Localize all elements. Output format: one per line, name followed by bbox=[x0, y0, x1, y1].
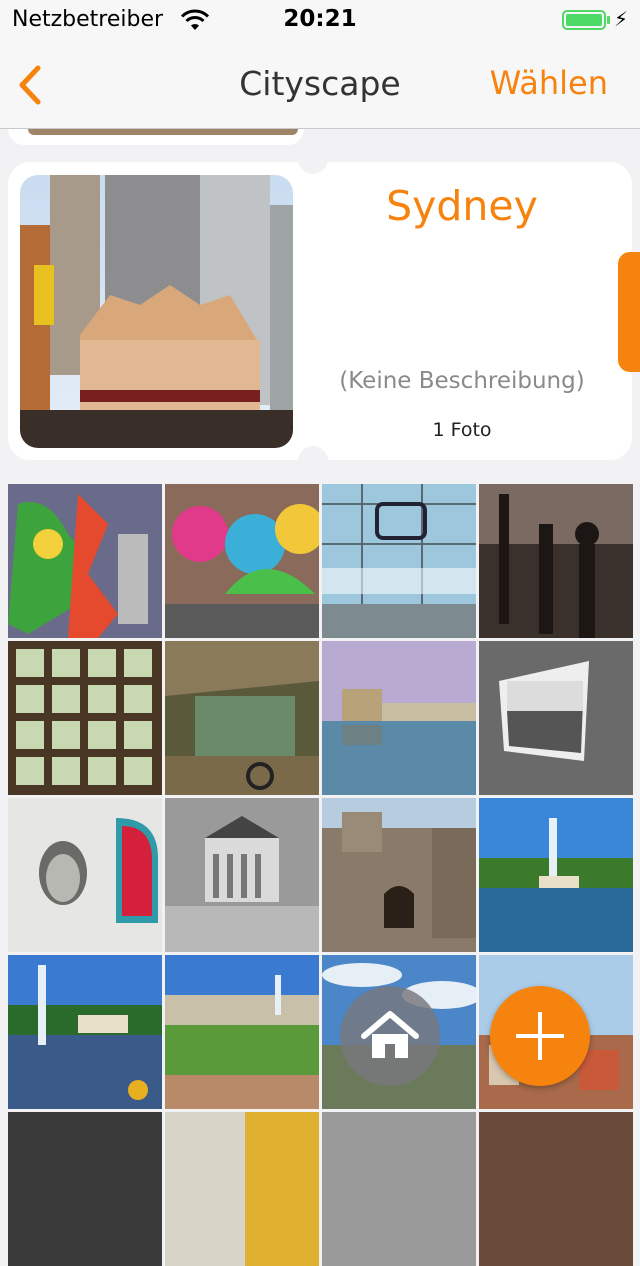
home-icon bbox=[361, 1011, 419, 1058]
previous-album-thumbnail bbox=[28, 129, 298, 135]
photo-thumbnail[interactable] bbox=[8, 641, 162, 795]
album-cover-photo[interactable] bbox=[20, 175, 293, 448]
card-divider-notch bbox=[298, 134, 328, 174]
photo-thumbnail[interactable] bbox=[165, 484, 319, 638]
photo-thumbnail[interactable] bbox=[8, 484, 162, 638]
side-scroll-handle[interactable] bbox=[618, 252, 640, 372]
add-photo-button[interactable] bbox=[490, 986, 590, 1086]
photo-thumbnail[interactable] bbox=[165, 1112, 319, 1266]
photo-thumbnail[interactable] bbox=[165, 798, 319, 952]
photo-thumbnail[interactable] bbox=[479, 641, 633, 795]
photo-thumbnail[interactable] bbox=[322, 1112, 476, 1266]
card-divider-notch bbox=[298, 446, 328, 476]
photo-thumbnail[interactable] bbox=[8, 798, 162, 952]
select-button[interactable]: Wählen bbox=[490, 64, 608, 102]
photo-thumbnail[interactable] bbox=[479, 798, 633, 952]
photo-thumbnail[interactable] bbox=[479, 1112, 633, 1266]
album-photo-count: 1 Foto bbox=[432, 419, 492, 441]
photo-thumbnail[interactable] bbox=[165, 955, 319, 1109]
home-button[interactable] bbox=[340, 986, 440, 1086]
navigation-bar: Cityscape Wählen bbox=[0, 40, 640, 129]
photo-thumbnail[interactable] bbox=[322, 484, 476, 638]
battery-tip bbox=[607, 16, 610, 24]
plus-icon bbox=[516, 1012, 564, 1060]
status-bar: Netzbetreiber 20:21 ⚡ bbox=[0, 0, 640, 40]
photo-thumbnail[interactable] bbox=[479, 484, 633, 638]
clock: 20:21 bbox=[283, 6, 357, 32]
photo-thumbnail[interactable] bbox=[322, 798, 476, 952]
photo-thumbnail[interactable] bbox=[8, 955, 162, 1109]
album-title: Sydney bbox=[386, 182, 538, 230]
photo-thumbnail[interactable] bbox=[8, 1112, 162, 1266]
photo-thumbnail[interactable] bbox=[322, 641, 476, 795]
previous-album-card[interactable] bbox=[8, 129, 304, 145]
charging-icon: ⚡ bbox=[613, 7, 628, 31]
album-description: (Keine Beschreibung) bbox=[339, 368, 585, 394]
photo-thumbnail[interactable] bbox=[165, 641, 319, 795]
battery-icon bbox=[562, 10, 606, 30]
